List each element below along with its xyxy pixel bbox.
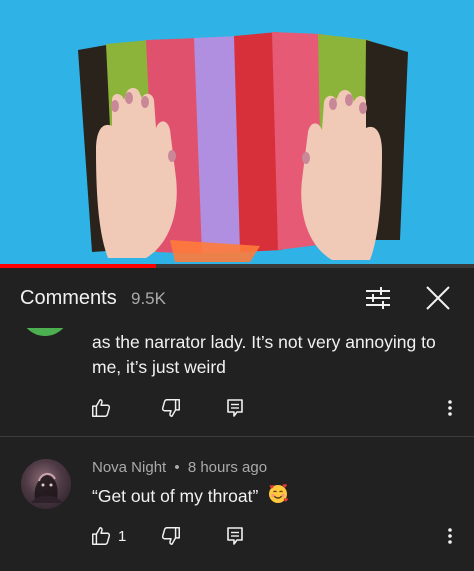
- like-button[interactable]: 1: [90, 525, 126, 547]
- meta-separator: •: [174, 459, 180, 476]
- reply-button[interactable]: [226, 398, 244, 418]
- comment-text: as the narrator lady. It’s not very anno…: [92, 332, 436, 377]
- thumb-up-icon: [92, 399, 111, 417]
- comment-author[interactable]: Nova Night: [92, 459, 166, 476]
- divider: [0, 436, 474, 437]
- comment-text: “Get out of my throat”: [92, 483, 452, 509]
- more-vertical-icon: [448, 400, 452, 416]
- comments-count: 9.5K: [131, 289, 166, 308]
- comment-body: “Get out of my throat”: [92, 486, 259, 506]
- like-count: 1: [118, 527, 127, 545]
- avatar-image: [31, 473, 63, 503]
- thumb-down-icon: [161, 399, 180, 417]
- dislike-button[interactable]: [160, 525, 182, 547]
- filter-button[interactable]: [360, 280, 396, 316]
- reply-button[interactable]: [226, 526, 244, 546]
- emoji-icon: [269, 484, 289, 503]
- sliders-icon: [366, 287, 390, 309]
- more-vertical-icon: [448, 528, 452, 544]
- like-button[interactable]: [90, 397, 112, 419]
- more-options-button[interactable]: [446, 398, 454, 418]
- comments-title: Comments: [20, 287, 117, 309]
- close-icon: [426, 286, 450, 310]
- comments-list[interactable]: as the narrator lady. It’s not very anno…: [0, 328, 474, 571]
- avatar[interactable]: [21, 459, 71, 509]
- video-player[interactable]: [0, 0, 474, 265]
- more-options-button[interactable]: [446, 526, 454, 546]
- reply-icon: [227, 527, 243, 545]
- smiling-face-with-hearts-emoji: [267, 483, 289, 505]
- video-frame-illustration: [78, 32, 408, 262]
- comment-time[interactable]: 8 hours ago: [188, 459, 267, 476]
- thumb-down-icon: [161, 527, 180, 545]
- close-button[interactable]: [420, 280, 456, 316]
- reply-icon: [227, 399, 243, 417]
- avatar[interactable]: [20, 328, 70, 336]
- comment-meta: Nova Night • 8 hours ago: [92, 459, 267, 476]
- dislike-button[interactable]: [160, 397, 182, 419]
- comments-header: Comments 9.5K: [0, 268, 474, 328]
- thumb-up-icon: [92, 527, 111, 545]
